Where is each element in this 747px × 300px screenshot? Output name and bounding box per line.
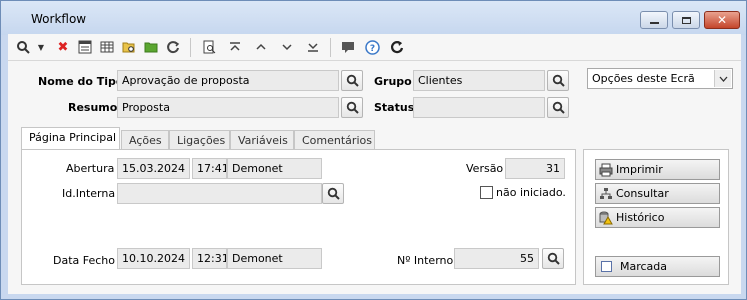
- search-icon[interactable]: [14, 38, 32, 56]
- main-panel: Abertura 15.03.2024 17:41 Demonet Versão…: [21, 149, 576, 285]
- side-panel: Imprimir Consultar Histórico Marcada: [583, 149, 729, 285]
- resumo-label: Resumo: [68, 101, 118, 114]
- status-field[interactable]: [413, 97, 545, 118]
- tab-ligacoes[interactable]: Ligações: [169, 130, 230, 150]
- next-record-icon[interactable]: [278, 38, 296, 56]
- delete-icon[interactable]: ✖: [54, 38, 72, 56]
- nao-iniciado-checkbox[interactable]: [480, 186, 493, 199]
- abertura-date-field[interactable]: 15.03.2024: [117, 158, 190, 179]
- grid-icon[interactable]: [98, 38, 116, 56]
- resumo-field[interactable]: Proposta: [117, 97, 339, 118]
- abertura-label: Abertura: [66, 162, 115, 175]
- print-preview-icon[interactable]: [200, 38, 218, 56]
- search-icon: [346, 101, 359, 114]
- help-icon[interactable]: ?: [363, 38, 381, 56]
- tab-comentarios[interactable]: Comentários: [294, 130, 375, 150]
- ninterno-search-button[interactable]: [542, 248, 564, 269]
- tab-pagina-principal[interactable]: Página Principal: [21, 127, 120, 151]
- svg-text:?: ?: [369, 44, 374, 54]
- search-icon: [552, 101, 565, 114]
- comment-icon[interactable]: [339, 38, 357, 56]
- marcada-toggle[interactable]: Marcada: [595, 256, 720, 277]
- idinterna-field[interactable]: [117, 183, 322, 204]
- fecho-label: Data Fecho: [53, 254, 116, 267]
- consultar-label: Consultar: [616, 187, 669, 200]
- chevron-down-icon: [714, 70, 731, 87]
- resumo-search-button[interactable]: [341, 97, 363, 118]
- historico-label: Histórico: [616, 211, 665, 224]
- folder-search-icon[interactable]: [120, 38, 138, 56]
- tab-variaveis[interactable]: Variáveis: [230, 130, 294, 150]
- search-icon: [552, 74, 565, 87]
- status-search-button[interactable]: [547, 97, 569, 118]
- fecho-date-field[interactable]: 10.10.2024: [117, 248, 190, 269]
- previous-record-icon[interactable]: [252, 38, 270, 56]
- toolbar-separator: [330, 38, 331, 57]
- minimize-button[interactable]: [640, 11, 668, 29]
- first-record-icon[interactable]: [226, 38, 244, 56]
- last-record-icon[interactable]: [304, 38, 322, 56]
- tipo-label: Nome do Tipo: [38, 75, 124, 88]
- history-warning-icon: [598, 210, 614, 226]
- idinterna-search-button[interactable]: [322, 183, 344, 204]
- printer-icon: [598, 162, 614, 178]
- refresh-icon[interactable]: [164, 38, 182, 56]
- versao-field[interactable]: 31: [505, 158, 565, 179]
- tab-acoes[interactable]: Ações: [121, 130, 169, 150]
- fecho-user-field[interactable]: Demonet: [227, 248, 322, 269]
- window-title: Workflow: [31, 12, 87, 26]
- content-area: Nome do Tipo Aprovação de proposta Resum…: [8, 61, 741, 294]
- workflow-window: Workflow ✕ ▼ ✖ ? Nome do Tipo Aprovação …: [0, 0, 747, 300]
- close-icon: ✕: [716, 13, 728, 27]
- folder-icon[interactable]: [142, 38, 160, 56]
- nao-iniciado-label: não iniciado.: [496, 186, 566, 199]
- maximize-icon: [681, 16, 691, 24]
- tipo-search-button[interactable]: [341, 70, 363, 91]
- reload-icon[interactable]: [388, 38, 406, 56]
- historico-button[interactable]: Histórico: [595, 207, 720, 228]
- abertura-time-field[interactable]: 17:41: [192, 158, 227, 179]
- search-icon: [547, 252, 560, 265]
- maximize-button[interactable]: [672, 11, 700, 29]
- toolbar-separator: [190, 38, 191, 57]
- hierarchy-icon: [598, 186, 614, 202]
- close-button[interactable]: ✕: [704, 11, 740, 29]
- versao-label: Versão: [466, 162, 504, 175]
- grupo-label: Grupo: [374, 75, 412, 88]
- imprimir-label: Imprimir: [616, 163, 663, 176]
- options-select[interactable]: Opções deste Ecrã: [587, 68, 733, 89]
- status-label: Status: [374, 101, 415, 114]
- search-icon: [327, 187, 340, 200]
- grupo-field[interactable]: Clientes: [413, 70, 545, 91]
- ninterno-field[interactable]: 55: [454, 248, 539, 269]
- marcada-checkbox[interactable]: [601, 261, 612, 272]
- minimize-icon: [649, 22, 659, 24]
- tipo-field[interactable]: Aprovação de proposta: [117, 70, 339, 91]
- form-icon[interactable]: [76, 38, 94, 56]
- grupo-search-button[interactable]: [547, 70, 569, 91]
- search-dropdown-icon[interactable]: ▼: [36, 38, 46, 56]
- ninterno-label: Nº Interno: [397, 254, 454, 267]
- title-bar: Workflow ✕: [1, 1, 746, 35]
- marcada-label: Marcada: [620, 260, 668, 273]
- search-icon: [346, 74, 359, 87]
- consultar-button[interactable]: Consultar: [595, 183, 720, 204]
- idinterna-label: Id.Interna: [62, 187, 116, 200]
- fecho-time-field[interactable]: 12:31: [192, 248, 227, 269]
- imprimir-button[interactable]: Imprimir: [595, 159, 720, 180]
- abertura-user-field[interactable]: Demonet: [227, 158, 322, 179]
- toolbar: ▼ ✖ ?: [8, 34, 741, 61]
- options-select-value: Opções deste Ecrã: [592, 72, 695, 85]
